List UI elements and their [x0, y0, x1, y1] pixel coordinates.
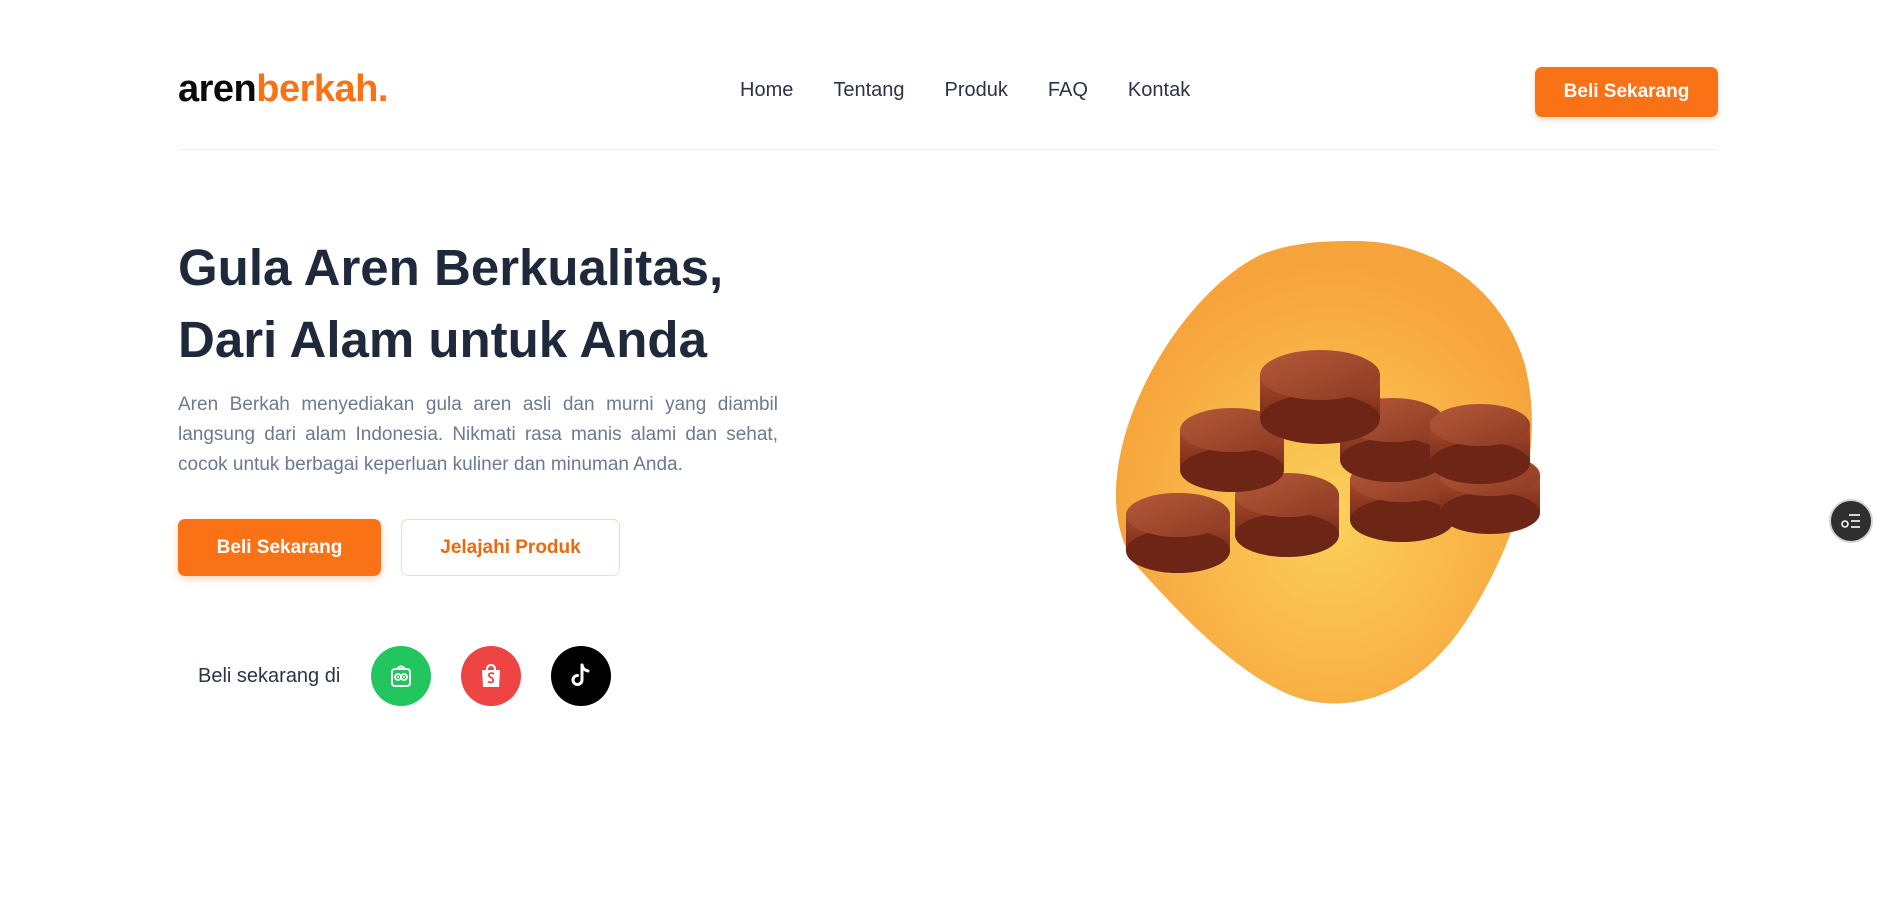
- nav-buy-now-button[interactable]: Beli Sekarang: [1535, 67, 1718, 117]
- nav-link-produk[interactable]: Produk: [945, 80, 1008, 100]
- nav-links: Home Tentang Produk FAQ Kontak: [740, 80, 1190, 100]
- nav-link-home[interactable]: Home: [740, 80, 793, 100]
- shopee-store-button[interactable]: [461, 646, 521, 706]
- tiktok-store-button[interactable]: [551, 646, 611, 706]
- hero-description: Aren Berkah menyediakan gula aren asli d…: [178, 394, 778, 475]
- hero-buy-now-button[interactable]: Beli Sekarang: [178, 519, 381, 576]
- explore-products-button[interactable]: Jelajahi Produk: [401, 519, 620, 576]
- settings-list-icon: [1841, 514, 1860, 528]
- shopee-icon: [482, 663, 500, 687]
- tokopedia-store-button[interactable]: [371, 646, 431, 706]
- nav-link-tentang[interactable]: Tentang: [833, 80, 904, 100]
- nav-link-kontak[interactable]: Kontak: [1128, 80, 1190, 100]
- buy-at-label: Beli sekarang di: [198, 665, 341, 687]
- floating-menu-button[interactable]: [1829, 499, 1873, 543]
- hero-title-line-2: Dari Alam untuk Anda: [178, 311, 707, 368]
- navbar: arenberkah. Home Tentang Produk FAQ Kont…: [178, 0, 1718, 150]
- palm-sugar-product-image: [1110, 235, 1570, 710]
- tokopedia-icon: [391, 665, 411, 687]
- hero-title-line-1: Gula Aren Berkualitas,: [178, 239, 724, 296]
- tiktok-icon: [571, 663, 590, 686]
- logo-dot: .: [377, 68, 389, 110]
- logo-text-orange: berkah: [256, 68, 378, 110]
- hero-title: Gula Aren Berkualitas, Dari Alam untuk A…: [178, 232, 798, 376]
- brand-logo[interactable]: arenberkah.: [178, 70, 388, 108]
- nav-link-faq[interactable]: FAQ: [1048, 80, 1088, 100]
- logo-text-dark: aren: [178, 68, 257, 110]
